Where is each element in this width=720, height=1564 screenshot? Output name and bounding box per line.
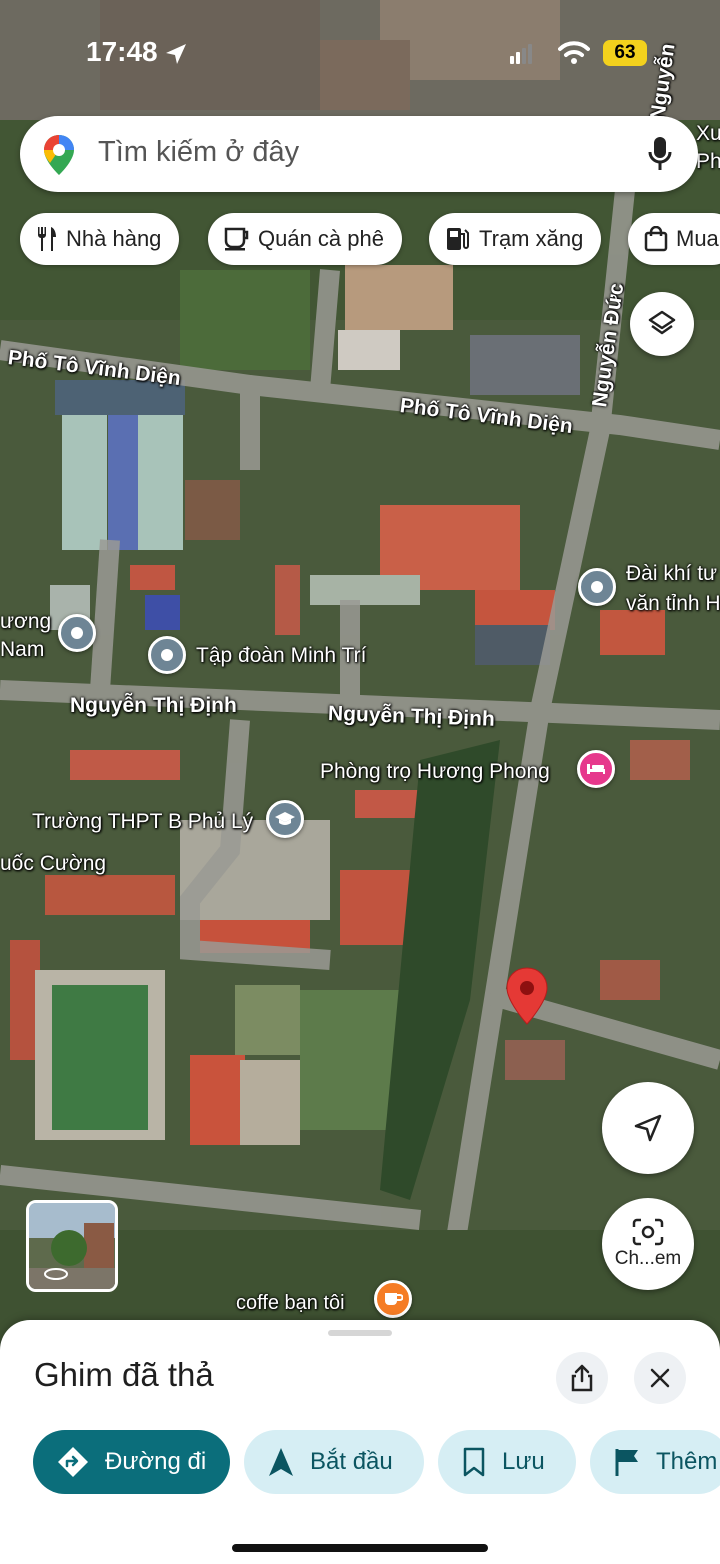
place-label[interactable]: ương — [0, 610, 51, 634]
wifi-icon — [558, 41, 590, 64]
live-view-label: Ch...em — [614, 1248, 682, 1269]
close-icon — [650, 1368, 670, 1388]
layers-button[interactable] — [630, 292, 694, 356]
place-pin-icon[interactable] — [58, 614, 96, 652]
maps-logo-icon — [44, 135, 74, 175]
sheet-title: Ghim đã thả — [34, 1356, 214, 1393]
home-indicator — [232, 1544, 488, 1552]
layers-icon — [648, 310, 676, 335]
coffee-cup-icon — [224, 227, 249, 251]
battery-indicator: 63 — [603, 40, 647, 66]
directions-label: Đường đi — [105, 1448, 207, 1475]
directions-icon — [58, 1447, 88, 1477]
save-button[interactable]: Lưu — [438, 1430, 576, 1494]
chip-gas[interactable]: Trạm xăng — [429, 213, 602, 265]
camera-scan-icon — [632, 1218, 664, 1246]
place-label[interactable]: văn tỉnh H — [626, 592, 720, 616]
chip-label: Mua — [676, 226, 719, 251]
rotate-360-icon — [44, 1268, 68, 1280]
place-label[interactable]: Tập đoàn Minh Trí — [196, 644, 366, 668]
navigation-arrow-icon — [634, 1114, 662, 1142]
gas-pump-icon — [447, 228, 469, 250]
street-view-thumbnail[interactable] — [26, 1200, 118, 1292]
fork-knife-icon — [38, 227, 56, 251]
sheet-drag-handle[interactable] — [328, 1330, 392, 1336]
place-label[interactable]: coffe bạn tôi — [236, 1292, 345, 1315]
chip-label: Nhà hàng — [66, 226, 162, 251]
chip-restaurants[interactable]: Nhà hàng — [20, 213, 180, 265]
navigation-arrow-icon — [269, 1448, 293, 1476]
chip-shopping[interactable]: Mua — [628, 213, 720, 265]
close-button[interactable] — [634, 1352, 686, 1404]
share-button[interactable] — [556, 1352, 608, 1404]
place-pin-icon[interactable] — [148, 636, 186, 674]
status-bar: 17:48 63 — [0, 30, 720, 74]
hotel-bed-icon[interactable] — [577, 750, 615, 788]
place-label[interactable]: Nam — [0, 638, 44, 662]
save-label: Lưu — [502, 1448, 545, 1475]
street-view-image — [29, 1203, 115, 1289]
chip-cafes[interactable]: Quán cà phê — [208, 213, 402, 265]
street-label: Nguyễn Thị Định — [70, 694, 237, 717]
place-label[interactable]: Phòng trọ Hương Phong — [320, 760, 550, 784]
directions-button[interactable]: Đường đi — [33, 1430, 230, 1494]
shopping-bag-icon — [644, 226, 668, 252]
start-button[interactable]: Bắt đầu — [244, 1430, 424, 1494]
chip-label: Quán cà phê — [258, 226, 384, 251]
school-icon[interactable] — [266, 800, 304, 838]
status-time: 17:48 — [86, 36, 158, 67]
more-button[interactable]: Thêm — [590, 1430, 720, 1494]
location-arrow-icon — [166, 44, 186, 64]
place-label[interactable]: Trường THPT B Phủ Lý — [32, 810, 253, 834]
live-view-button[interactable]: Ch...em — [602, 1198, 694, 1290]
microphone-icon[interactable] — [648, 136, 672, 172]
chip-label: Trạm xăng — [479, 226, 584, 251]
place-pin-icon[interactable] — [578, 568, 616, 606]
share-icon — [571, 1364, 593, 1392]
dropped-pin-icon[interactable] — [504, 966, 550, 1028]
signal-icon — [510, 44, 532, 64]
flag-icon — [615, 1449, 638, 1476]
place-bottom-sheet[interactable]: Ghim đã thả Đường đi Bắt đầu Lưu Thêm — [0, 1320, 720, 1564]
my-location-button[interactable] — [602, 1082, 694, 1174]
start-label: Bắt đầu — [310, 1448, 393, 1475]
coffee-cup-icon[interactable] — [374, 1280, 412, 1318]
place-label[interactable]: Xư — [696, 122, 720, 146]
more-label: Thêm — [656, 1448, 718, 1475]
bookmark-icon — [463, 1447, 485, 1477]
search-input[interactable]: Tìm kiếm ở đây — [98, 136, 299, 169]
place-label[interactable]: Ph — [696, 150, 720, 174]
place-label[interactable]: Đài khí tư — [626, 562, 717, 586]
place-label[interactable]: uốc Cường — [0, 852, 106, 876]
search-bar[interactable]: Tìm kiếm ở đây — [20, 116, 698, 192]
